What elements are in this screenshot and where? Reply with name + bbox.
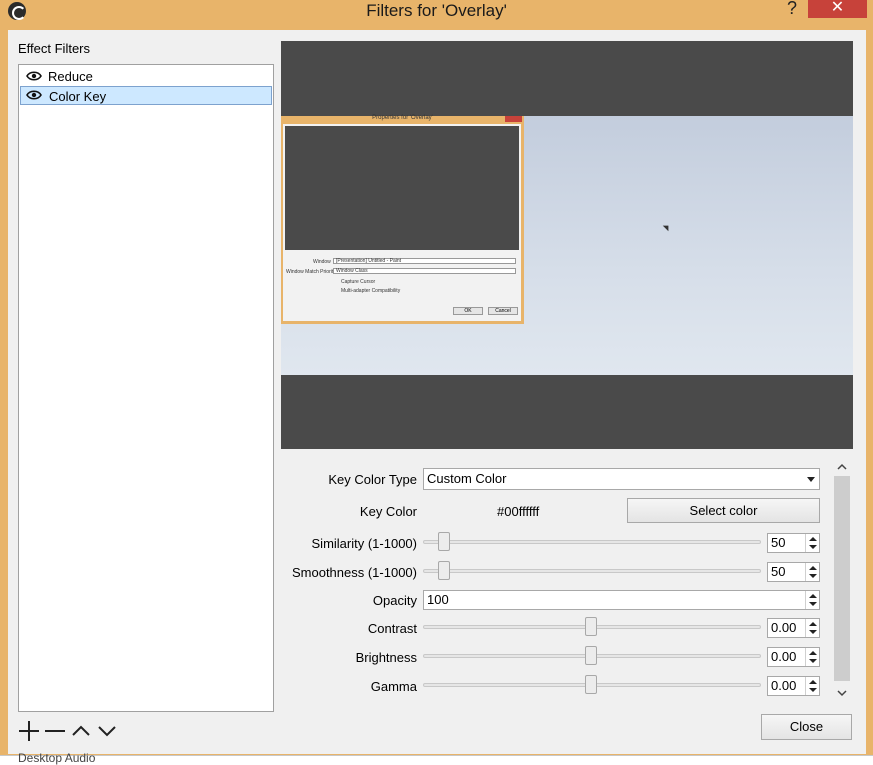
spin-arrows-icon[interactable] [805, 648, 819, 666]
spin-arrows-icon[interactable] [805, 677, 819, 695]
smoothness-value: 50 [771, 564, 786, 579]
filter-toolbar [18, 720, 128, 742]
nested-window-body: Window [Presentation] Untitled - Paint W… [283, 124, 521, 321]
spin-arrows-icon[interactable] [805, 591, 819, 609]
key-color-type-label: Key Color Type [328, 472, 417, 487]
filter-list[interactable]: Reduce Color Key [18, 64, 274, 712]
nested-window-title: Properties for 'Overlay' [372, 115, 433, 121]
similarity-slider[interactable] [423, 540, 761, 544]
nested-window-field: [Presentation] Untitled - Paint [333, 258, 516, 264]
nested-properties-window: Properties for 'Overlay' Window [Present… [281, 115, 524, 324]
filter-item-color-key[interactable]: Color Key [20, 86, 272, 105]
contrast-value: 0.00 [771, 620, 797, 635]
filter-properties: Key Color Type Custom Color Key Color #0… [281, 458, 829, 696]
nested-close-icon [505, 116, 522, 122]
contrast-spinbox[interactable]: 0.00 [767, 618, 820, 638]
background-text: Desktop Audio [18, 751, 96, 765]
eye-icon[interactable] [26, 71, 42, 81]
smoothness-slider[interactable] [423, 569, 761, 573]
contrast-label: Contrast [367, 621, 417, 636]
nested-ok-button: OK [453, 307, 483, 315]
opacity-label: Opacity [372, 593, 417, 608]
nested-cancel-button: Cancel [488, 307, 518, 315]
chevron-down-icon[interactable] [96, 720, 118, 742]
gamma-value: 0.00 [771, 678, 797, 693]
filter-item-reduce[interactable]: Reduce [20, 67, 272, 86]
nested-priority-field: Window Class [333, 268, 516, 274]
gamma-spinbox[interactable]: 0.00 [767, 676, 820, 696]
window-title: Filters for 'Overlay' [366, 1, 507, 20]
mouse-cursor-icon [662, 222, 672, 232]
brightness-spinbox[interactable]: 0.00 [767, 647, 820, 667]
smoothness-slider-handle[interactable] [438, 561, 450, 580]
dialog-body: Effect Filters Reduce Color Key Properti… [8, 30, 866, 754]
similarity-slider-handle[interactable] [438, 532, 450, 551]
contrast-slider-handle[interactable] [585, 617, 597, 636]
smoothness-spinbox[interactable]: 50 [767, 562, 820, 582]
scroll-up-icon[interactable] [837, 462, 847, 472]
similarity-spinbox[interactable]: 50 [767, 533, 820, 553]
similarity-label: Similarity (1-1000) [311, 536, 417, 551]
window-close-button[interactable]: ✕ [808, 0, 867, 18]
similarity-value: 50 [771, 535, 786, 550]
gamma-slider-handle[interactable] [585, 675, 597, 694]
filter-preview: Properties for 'Overlay' Window [Present… [281, 41, 853, 449]
opacity-spinbox[interactable]: 100 [423, 590, 820, 610]
filters-window: Filters for 'Overlay' ? ✕ Effect Filters… [0, 0, 873, 760]
spin-arrows-icon[interactable] [805, 563, 819, 581]
smoothness-label: Smoothness (1-1000) [291, 565, 417, 580]
properties-scrollbar[interactable] [833, 458, 851, 704]
help-button[interactable]: ? [782, 0, 802, 20]
close-button[interactable]: Close [761, 714, 852, 740]
background-window-strip: Desktop Audio [0, 751, 873, 765]
preview-desktop: Properties for 'Overlay' Window [Present… [281, 115, 853, 375]
filter-item-label: Color Key [49, 89, 107, 104]
nested-multiadapter: Multi-adapter Compatibility [341, 288, 401, 294]
gamma-label: Gamma [370, 679, 417, 694]
key-color-value: #00ffffff [497, 504, 540, 519]
nested-window-value: [Presentation] Untitled - Paint [336, 258, 402, 264]
brightness-slider-handle[interactable] [585, 646, 597, 665]
key-color-label: Key Color [359, 504, 417, 519]
eye-icon[interactable] [26, 90, 42, 100]
nested-capture-cursor: Capture Cursor [341, 279, 376, 285]
nested-priority-value: Window Class [336, 268, 368, 274]
minus-icon[interactable] [44, 720, 66, 742]
plus-icon[interactable] [18, 720, 40, 742]
key-color-type-value: Custom Color [427, 471, 507, 486]
brightness-label: Brightness [355, 650, 417, 665]
brightness-value: 0.00 [771, 649, 797, 664]
dropdown-arrow-icon [807, 477, 815, 482]
opacity-value: 100 [427, 592, 449, 607]
chevron-up-icon[interactable] [70, 720, 92, 742]
select-color-button[interactable]: Select color [627, 498, 820, 523]
spin-arrows-icon[interactable] [805, 619, 819, 637]
key-color-type-select[interactable]: Custom Color [423, 468, 820, 490]
nested-priority-label: Window Match Priority [286, 269, 336, 275]
effect-filters-label: Effect Filters [18, 41, 91, 56]
filter-item-label: Reduce [48, 69, 93, 84]
spin-arrows-icon[interactable] [805, 534, 819, 552]
title-bar[interactable]: Filters for 'Overlay' ? ✕ [0, 0, 873, 22]
nested-window-label: Window [313, 259, 331, 265]
scrollbar-thumb[interactable] [834, 476, 850, 681]
nested-preview [285, 126, 519, 250]
scroll-down-icon[interactable] [837, 688, 847, 698]
